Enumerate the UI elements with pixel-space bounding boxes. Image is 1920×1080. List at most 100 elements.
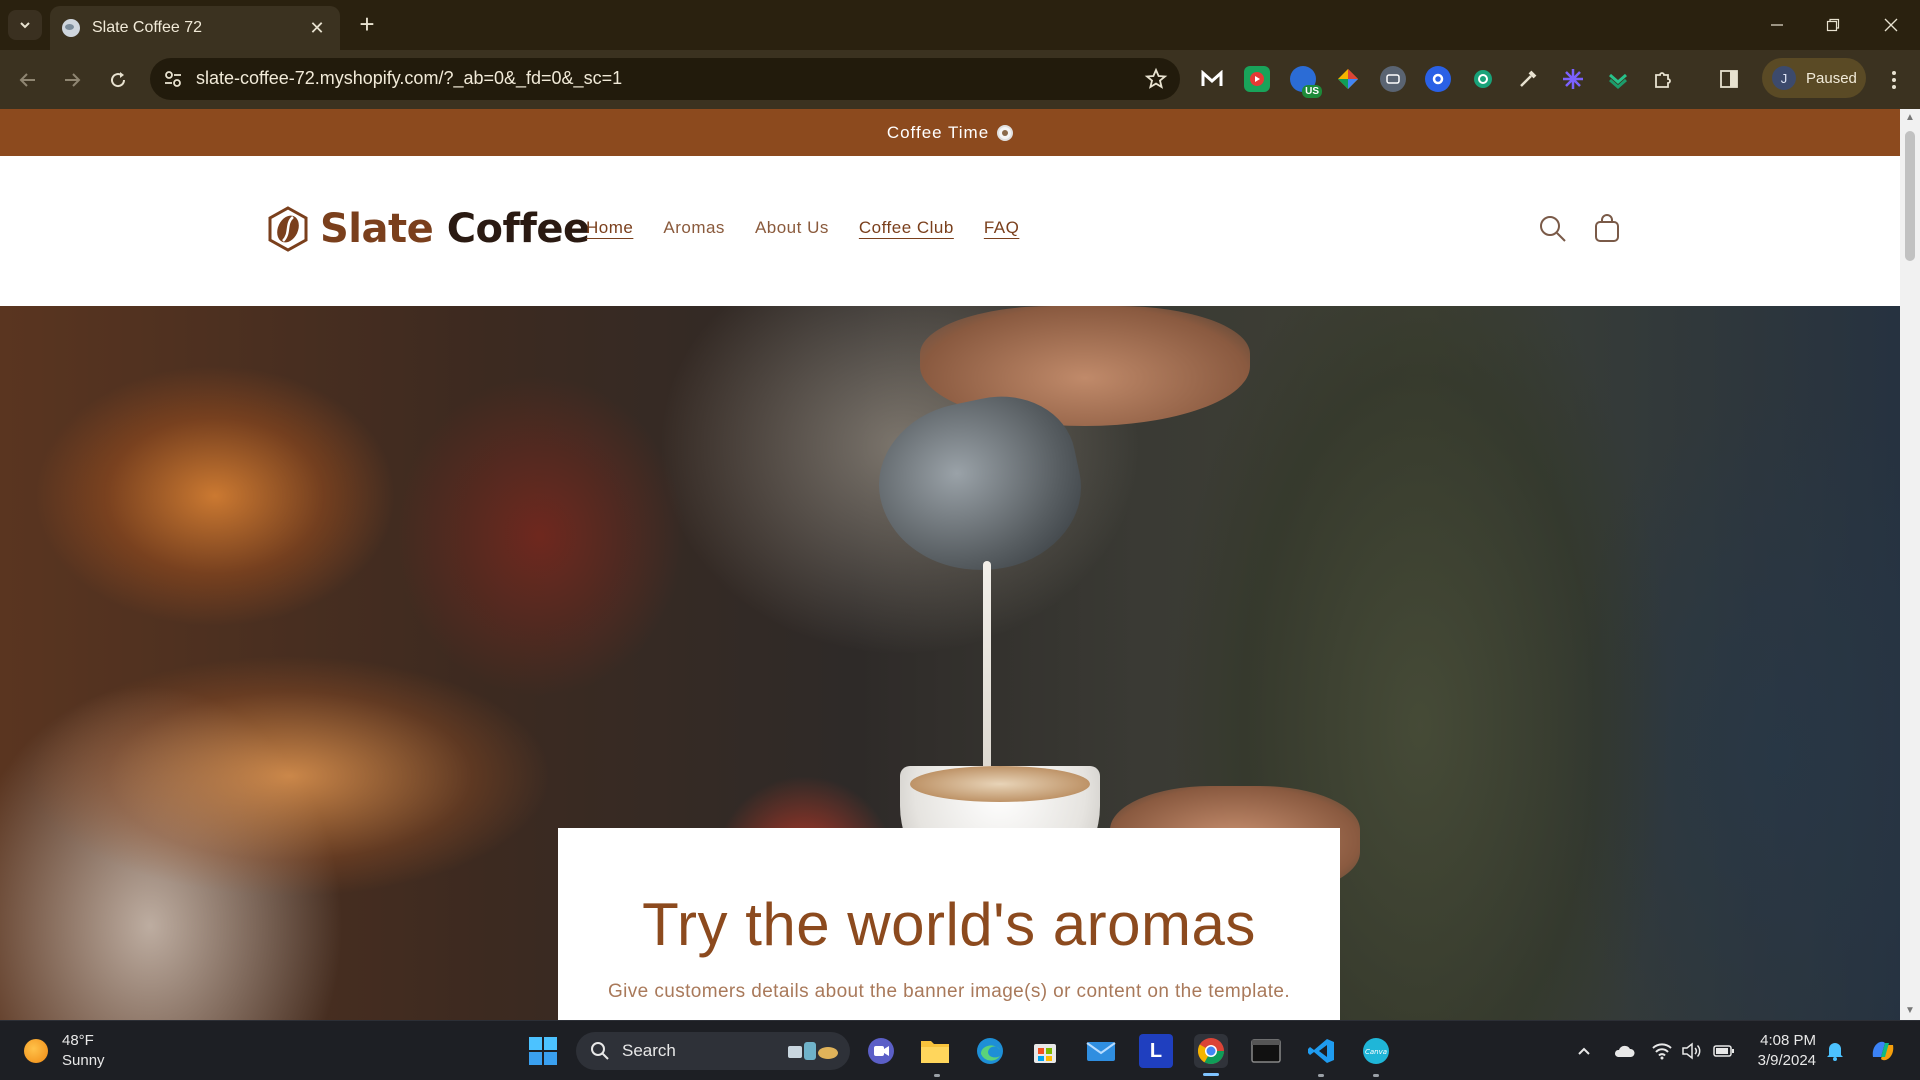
hero-heading: Try the world's aromas [642,891,1256,958]
tray-volume[interactable] [1680,1039,1704,1063]
browser-tab-active[interactable]: Slate Coffee 72 ✕ [50,6,340,50]
profile-status: Paused [1806,69,1857,87]
hero-subheading: Give customers details about the banner … [607,981,1291,1002]
nav-link-home[interactable]: Home [586,218,633,238]
terminal-icon [1251,1039,1281,1063]
tab-title: Slate Coffee 72 [92,19,203,36]
restore-icon [1826,18,1840,32]
arrow-right-icon [65,73,81,87]
taskbar-l-app[interactable]: L [1139,1034,1173,1068]
tab-search-button[interactable] [8,10,42,40]
chevron-up-icon [1578,1047,1590,1055]
nav-link-about-us[interactable]: About Us [755,218,829,238]
side-panel-icon[interactable] [1716,66,1742,92]
browser-menu-button[interactable] [1880,64,1908,96]
folder-icon [921,1041,949,1063]
clock-date: 3/9/2024 [1757,1052,1816,1069]
search-icon[interactable] [1538,214,1568,244]
globe-icon [62,19,80,37]
tray-onedrive[interactable] [1612,1039,1636,1063]
extension-video-icon[interactable] [1244,66,1270,92]
taskbar-search-label: Search [622,1041,676,1060]
windows-logo-icon [529,1037,557,1065]
taskbar-chrome[interactable] [1194,1034,1228,1068]
weather-widget[interactable]: 48°F Sunny [24,1031,105,1071]
mail-icon [1086,1042,1116,1061]
taskbar-store[interactable] [1028,1034,1062,1068]
clock-time: 4:08 PM [1760,1032,1816,1049]
taskbar-meet-app[interactable] [864,1034,898,1068]
coffee-bean-logo-icon [268,206,308,252]
cloud-icon [1614,1045,1635,1057]
video-call-icon [868,1038,894,1064]
minimize-icon [1771,24,1783,26]
taskbar-file-explorer[interactable] [918,1034,952,1068]
tray-battery[interactable] [1712,1039,1736,1063]
scrollbar-thumb[interactable] [1905,131,1915,261]
extension-chevrons-icon[interactable] [1605,66,1631,92]
address-bar[interactable]: slate-coffee-72.myshopify.com/?_ab=0&_fd… [150,58,1180,100]
start-button[interactable] [526,1034,560,1068]
scroll-up-arrow-icon[interactable]: ▲ [1905,113,1915,123]
logo-text-slate: Slate [320,206,434,252]
hero-image-milk-stream [983,561,991,771]
new-tab-button[interactable]: + [352,10,382,40]
url-text: slate-coffee-72.myshopify.com/?_ab=0&_fd… [196,68,623,88]
close-icon[interactable]: ✕ [306,18,328,39]
tray-notifications[interactable] [1823,1039,1847,1063]
bell-icon [1827,1043,1843,1061]
taskbar-canva[interactable]: Canva [1359,1034,1393,1068]
taskbar-search[interactable]: Search [576,1032,850,1070]
canva-icon: Canva [1363,1038,1389,1064]
chrome-icon [1197,1038,1225,1065]
store-logo[interactable]: Slate Coffee [266,206,590,252]
weather-temperature: 48°F [62,1032,94,1049]
bookmark-star-icon[interactable] [1144,67,1168,91]
kebab-menu-icon [1892,71,1896,89]
tray-wifi[interactable] [1650,1039,1674,1063]
close-window-button[interactable] [1868,8,1914,42]
reload-icon [111,72,126,88]
extension-vpn-icon[interactable]: US [1290,66,1322,98]
tray-copilot[interactable] [1866,1034,1900,1068]
nav-link-faq[interactable]: FAQ [984,218,1020,238]
back-button[interactable] [12,64,44,96]
coffee-cup-icon [997,124,1014,141]
page-scrollbar[interactable]: ▲ ▼ [1900,109,1920,1020]
sun-icon [24,1039,48,1063]
speaker-icon [1682,1042,1701,1060]
taskbar-clock[interactable]: 4:08 PM 3/9/2024 [1752,1031,1816,1071]
profile-button[interactable]: J Paused [1762,58,1866,98]
taskbar-terminal[interactable] [1249,1034,1283,1068]
site-settings-icon[interactable] [162,68,184,90]
extension-diamond-icon[interactable] [1335,66,1361,92]
extension-circle-icon[interactable] [1425,66,1451,92]
nav-link-coffee-club[interactable]: Coffee Club [859,218,954,238]
logo-text-coffee: Coffee [446,206,590,252]
forward-button[interactable] [56,64,88,96]
reload-button[interactable] [102,64,134,96]
arrow-left-icon [19,73,35,87]
nav-link-aromas[interactable]: Aromas [663,218,725,238]
page-viewport: Coffee Time Slate Coffee Home Aromas Abo… [0,109,1900,1020]
cart-icon[interactable] [1592,214,1622,244]
scroll-down-arrow-icon[interactable]: ▼ [1905,1006,1915,1016]
copilot-icon [1872,1041,1894,1061]
taskbar-vscode[interactable] [1304,1034,1338,1068]
taskbar-edge[interactable] [973,1034,1007,1068]
extension-eyedropper-icon[interactable] [1515,66,1541,92]
taskbar-mail[interactable] [1084,1034,1118,1068]
restore-button[interactable] [1810,8,1856,42]
announcement-text: Coffee Time [886,122,990,142]
site-header: Slate Coffee Home Aromas About Us Coffee… [0,156,1900,306]
extension-web-icon[interactable] [1380,66,1406,92]
extension-chatgpt-icon[interactable] [1470,66,1496,92]
running-indicator [1318,1074,1324,1077]
avatar: J [1772,66,1796,90]
tray-overflow-button[interactable] [1572,1039,1596,1063]
browser-toolbar: slate-coffee-72.myshopify.com/?_ab=0&_fd… [0,50,1920,109]
minimize-button[interactable] [1754,8,1800,42]
extension-m-icon[interactable] [1199,66,1225,92]
extension-sparkle-icon[interactable] [1560,66,1586,92]
extensions-puzzle-icon[interactable] [1650,66,1676,92]
